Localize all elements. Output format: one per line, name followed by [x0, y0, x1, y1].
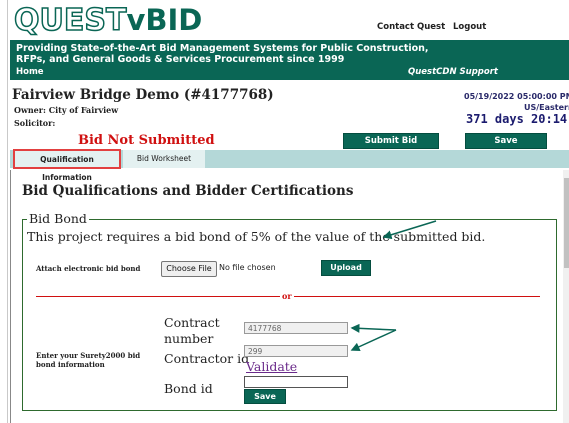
arrow-to-bond-text — [382, 220, 437, 240]
arrow-to-contractor-id — [350, 329, 397, 351]
arrow-to-contract-number — [350, 323, 397, 333]
annotation-arrows — [350, 220, 437, 351]
